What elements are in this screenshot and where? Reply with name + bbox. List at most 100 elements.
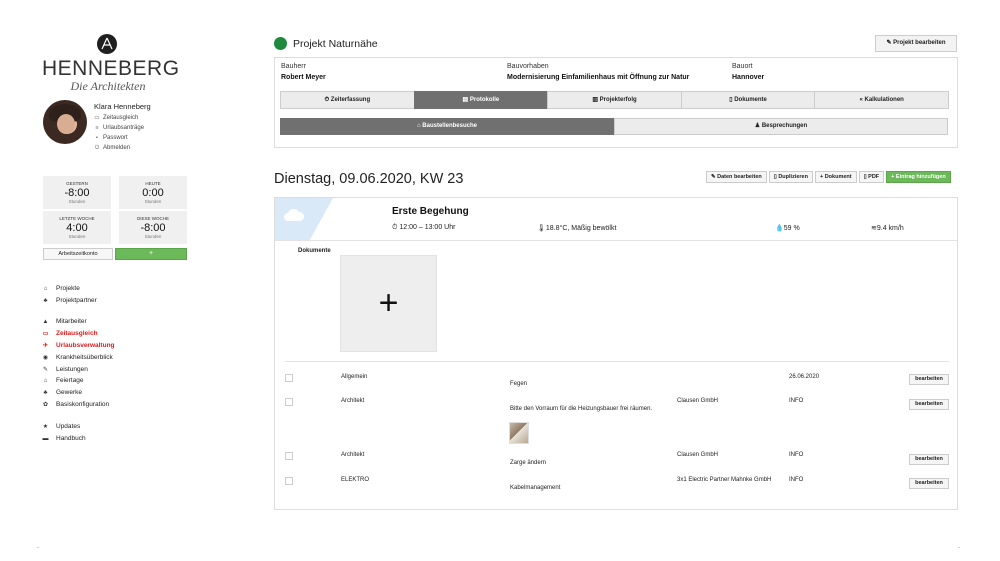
pdf-button[interactable]: ▯ PDF bbox=[858, 171, 885, 183]
row-category: Architekt bbox=[341, 398, 365, 404]
edit-project-button[interactable]: ✎ Projekt bearbeiten bbox=[875, 35, 957, 52]
row-description: Bitte den Vorraum für die Heizungsbauer … bbox=[510, 406, 653, 412]
bauherr-label: Bauherr bbox=[281, 63, 306, 70]
stat-unit: Stunden bbox=[68, 199, 86, 204]
project-status-dot bbox=[274, 37, 287, 50]
nav-group-admin: ▲ Mitarbeiter ▭ Zeitausgleich ✈ Urlaubsverwal… bbox=[42, 316, 115, 410]
stat-unit: Stunden bbox=[144, 234, 162, 239]
duplizieren-button[interactable]: ▯ Duplizieren bbox=[768, 171, 813, 183]
bauvorhaben-label: Bauvorhaben bbox=[507, 63, 549, 70]
row-checkbox[interactable] bbox=[285, 374, 293, 382]
bauort-label: Bauort bbox=[732, 63, 753, 70]
entry-title: Erste Begehung bbox=[392, 206, 469, 217]
eintrag-hinzufügen-button[interactable]: + Eintrag hinzufügen bbox=[886, 171, 951, 183]
clock-icon: ▭ bbox=[94, 115, 100, 121]
row-checkbox[interactable] bbox=[285, 477, 293, 485]
sidebar-item-gewerke[interactable]: ♣ Gewerke bbox=[42, 387, 115, 399]
row-category: Architekt bbox=[341, 452, 365, 458]
sidebar-item-projekte[interactable]: ⌂ Projekte bbox=[42, 283, 97, 295]
power-icon: ⏻ bbox=[94, 144, 100, 151]
avatar[interactable] bbox=[43, 100, 87, 144]
sidebar-item-handbuch[interactable]: ▬ Handbuch bbox=[42, 433, 86, 445]
row-status: INFO bbox=[789, 398, 804, 404]
tab-zeiterfassung[interactable]: ⏱ Zeiterfassung bbox=[280, 91, 415, 109]
stat-label: HEUTE bbox=[145, 181, 161, 186]
edit-row-button[interactable]: bearbeiten bbox=[909, 374, 949, 385]
user-menu-zeitausgleich[interactable]: ▭ Zeitausgleich bbox=[94, 113, 144, 123]
divider bbox=[275, 240, 957, 241]
user-menu-label: Urlaubsanträge bbox=[103, 125, 145, 131]
subtab-baustellenbesuche[interactable]: ⌂ Baustellenbesuche bbox=[280, 118, 614, 135]
edit-row-button[interactable]: bearbeiten bbox=[909, 478, 949, 489]
sidebar-item-feiertage[interactable]: ⌂ Feiertage bbox=[42, 375, 115, 387]
nav-group-projects: ⌂ Projekte ♣ Projektpartner bbox=[42, 283, 97, 307]
brand-tagline: Die Architekten bbox=[70, 79, 146, 93]
add-time-button[interactable]: + bbox=[115, 248, 187, 260]
nav-icon: ✈ bbox=[42, 342, 49, 349]
row-company: 3x1 Electric Partner Mahnke GmbH bbox=[677, 477, 772, 483]
nav-icon: ✿ bbox=[42, 401, 49, 408]
humidity-text: 59 % bbox=[783, 225, 800, 232]
protocol-subtabs: ⌂ Baustellenbesuche ♟ Besprechungen bbox=[280, 118, 948, 135]
stat-value: 4:00 bbox=[66, 222, 88, 234]
project-title: Projekt Naturnähe bbox=[293, 38, 378, 50]
temperature-text: 18.8°C, Mäßig bewölkt bbox=[545, 225, 617, 232]
row-description: Zarge ändern bbox=[510, 460, 547, 466]
stat-gestern: GESTERN -8:00 Stunden bbox=[43, 176, 111, 209]
tab-projekterfolg[interactable]: ▥ Projekterfolg bbox=[547, 91, 682, 109]
row-category: Allgemein bbox=[341, 374, 368, 380]
cloud-icon bbox=[284, 208, 305, 221]
stat-letzte-woche: LETZTE WOCHE 4:00 Stunden bbox=[43, 211, 111, 244]
wind-text: 9.4 km/h bbox=[876, 225, 904, 232]
sidebar-item-urlaubsverwaltung[interactable]: ✈ Urlaubsverwaltung bbox=[42, 340, 115, 352]
divider bbox=[285, 361, 949, 362]
bauort-value: Hannover bbox=[732, 74, 765, 81]
edit-row-button[interactable]: bearbeiten bbox=[909, 399, 949, 410]
sidebar-item-updates[interactable]: ★ Updates bbox=[42, 421, 86, 433]
sidebar-item-label: Handbuch bbox=[56, 435, 86, 443]
photo-thumbnail[interactable] bbox=[509, 422, 529, 444]
sidebar-item-label: Feiertage bbox=[56, 377, 84, 385]
sidebar-item-label: Projektpartner bbox=[56, 297, 97, 305]
nav-icon: ♣ bbox=[43, 389, 48, 396]
sidebar-item-zeitausgleich[interactable]: ▭ Zeitausgleich bbox=[42, 328, 115, 340]
stat-value: -8:00 bbox=[140, 222, 166, 234]
user-menu-urlaubsanträge[interactable]: ≡ Urlaubsanträge bbox=[94, 123, 144, 133]
sidebar-item-label: Mitarbeiter bbox=[56, 318, 87, 326]
nav-icon: ★ bbox=[42, 424, 49, 431]
user-menu-passwort[interactable]: ▪ Passwort bbox=[94, 133, 144, 143]
nav-icon: ▲ bbox=[42, 318, 49, 325]
tab-protokolle[interactable]: ▤ Protokolle bbox=[413, 91, 549, 109]
daten-bearbeiten-button[interactable]: ✎ Daten bearbeiten bbox=[706, 171, 767, 183]
sidebar-item-leistungen[interactable]: ✎ Leistungen bbox=[42, 363, 115, 375]
nav-icon: ▭ bbox=[42, 331, 49, 338]
brand-name: HENNEBERG bbox=[42, 57, 180, 80]
tab-dokumente[interactable]: ▯ Dokumente bbox=[680, 91, 816, 109]
sidebar-item-basiskonfiguration[interactable]: ✿ Basiskonfiguration bbox=[42, 399, 115, 411]
edit-row-button[interactable]: bearbeiten bbox=[909, 454, 949, 465]
row-company: Clausen GmbH bbox=[677, 398, 719, 404]
dokument-button[interactable]: + Dokument bbox=[814, 171, 857, 183]
row-category: ELEKTRO bbox=[341, 477, 370, 483]
row-checkbox[interactable] bbox=[285, 452, 293, 460]
entry-humidity: 💧59 % bbox=[775, 224, 800, 232]
stat-unit: Stunden bbox=[68, 234, 86, 239]
entry-card: Erste Begehung ⏱ 12:00 – 13:00 Uhr 🌡18.8… bbox=[274, 197, 958, 510]
row-checkbox[interactable] bbox=[285, 398, 293, 406]
row-description: Fegen bbox=[510, 381, 528, 387]
user-name: Klara Henneberg bbox=[94, 102, 151, 111]
sidebar-item-projektpartner[interactable]: ♣ Projektpartner bbox=[42, 295, 97, 307]
logo-icon bbox=[97, 34, 117, 54]
stat-unit: Stunden bbox=[144, 199, 162, 204]
subtab-besprechungen[interactable]: ♟ Besprechungen bbox=[614, 118, 948, 135]
tab-kalkulationen[interactable]: « Kalkulationen bbox=[814, 91, 949, 109]
stat-value: 0:00 bbox=[142, 187, 164, 199]
bauherr-value: Robert Meyer bbox=[281, 74, 326, 81]
add-document-tile[interactable]: + bbox=[340, 255, 437, 352]
user-menu-abmelden[interactable]: ⏻ Abmelden bbox=[94, 143, 144, 153]
arbeitszeitkonto-button[interactable]: Arbeitszeitkonto bbox=[43, 248, 113, 260]
sidebar-item-mitarbeiter[interactable]: ▲ Mitarbeiter bbox=[42, 316, 115, 328]
sidebar-item-label: Projekte bbox=[56, 285, 80, 293]
nav-icon: ⌂ bbox=[43, 285, 48, 292]
sidebar-item-krankheitsüberblick[interactable]: ◉ Krankheitsüberblick bbox=[42, 351, 115, 363]
